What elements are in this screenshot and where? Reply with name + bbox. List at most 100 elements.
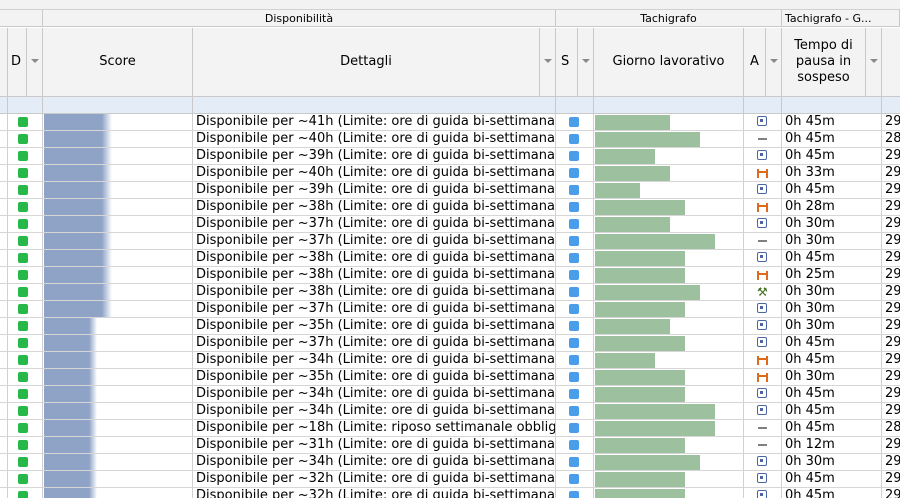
giorno-cell[interactable]	[594, 216, 744, 232]
d-cell[interactable]	[8, 148, 43, 164]
tempo-cell[interactable]: 0h 30m	[782, 318, 882, 334]
giorno-cell[interactable]	[594, 301, 744, 317]
score-cell[interactable]	[43, 352, 193, 368]
next-cell[interactable]: 29	[882, 233, 900, 249]
giorno-cell[interactable]	[594, 471, 744, 487]
d-cell[interactable]	[8, 284, 43, 300]
tempo-cell[interactable]: 0h 45m	[782, 403, 882, 419]
row-indicator-cell[interactable]	[0, 454, 8, 470]
next-cell[interactable]: 29	[882, 352, 900, 368]
a-cell[interactable]	[744, 199, 782, 215]
next-cell[interactable]: 29	[882, 488, 900, 498]
a-cell[interactable]	[744, 114, 782, 130]
next-cell[interactable]: 29	[882, 437, 900, 453]
score-cell[interactable]	[43, 267, 193, 283]
s-cell[interactable]	[556, 148, 594, 164]
score-cell[interactable]	[43, 199, 193, 215]
next-cell[interactable]: 28	[882, 420, 900, 436]
next-cell[interactable]: 29	[882, 386, 900, 402]
next-cell[interactable]: 29	[882, 182, 900, 198]
column-header-d[interactable]: D	[8, 28, 43, 96]
d-cell[interactable]	[8, 420, 43, 436]
next-cell[interactable]: 29	[882, 454, 900, 470]
next-cell[interactable]: 29	[882, 403, 900, 419]
table-row[interactable]: Disponibile per ~34h (Limite: ore di gui…	[0, 352, 900, 369]
dettagli-cell[interactable]: Disponibile per ~38h (Limite: ore di gui…	[193, 250, 556, 266]
filter-dropdown-a[interactable]	[765, 28, 781, 96]
a-cell[interactable]	[744, 420, 782, 436]
s-cell[interactable]	[556, 318, 594, 334]
column-header-giorno-lavorativo[interactable]: Giorno lavorativo	[594, 28, 744, 96]
giorno-cell[interactable]	[594, 386, 744, 402]
giorno-cell[interactable]	[594, 318, 744, 334]
score-cell[interactable]	[43, 386, 193, 402]
tempo-cell[interactable]: 0h 12m	[782, 437, 882, 453]
a-cell[interactable]	[744, 488, 782, 498]
dettagli-cell[interactable]: Disponibile per ~34h (Limite: ore di gui…	[193, 454, 556, 470]
tempo-cell[interactable]: 0h 30m	[782, 216, 882, 232]
giorno-cell[interactable]	[594, 284, 744, 300]
row-indicator-cell[interactable]	[0, 233, 8, 249]
d-cell[interactable]	[8, 114, 43, 130]
tempo-cell[interactable]: 0h 45m	[782, 352, 882, 368]
s-cell[interactable]	[556, 301, 594, 317]
dettagli-cell[interactable]: Disponibile per ~32h (Limite: ore di gui…	[193, 471, 556, 487]
dettagli-cell[interactable]: Disponibile per ~37h (Limite: ore di gui…	[193, 233, 556, 249]
d-cell[interactable]	[8, 437, 43, 453]
d-cell[interactable]	[8, 233, 43, 249]
a-cell[interactable]	[744, 165, 782, 181]
giorno-cell[interactable]	[594, 233, 744, 249]
giorno-cell[interactable]	[594, 165, 744, 181]
d-cell[interactable]	[8, 165, 43, 181]
a-cell[interactable]	[744, 182, 782, 198]
row-indicator-cell[interactable]	[0, 182, 8, 198]
s-cell[interactable]	[556, 488, 594, 498]
dettagli-cell[interactable]: Disponibile per ~38h (Limite: ore di gui…	[193, 267, 556, 283]
dettagli-cell[interactable]: Disponibile per ~39h (Limite: ore di gui…	[193, 148, 556, 164]
giorno-cell[interactable]	[594, 454, 744, 470]
score-cell[interactable]	[43, 182, 193, 198]
row-indicator-cell[interactable]	[0, 318, 8, 334]
dettagli-cell[interactable]: Disponibile per ~31h (Limite: ore di gui…	[193, 437, 556, 453]
dettagli-cell[interactable]: Disponibile per ~32h (Limite: ore di gui…	[193, 488, 556, 498]
table-row[interactable]: Disponibile per ~35h (Limite: ore di gui…	[0, 369, 900, 386]
tempo-cell[interactable]: 0h 30m	[782, 284, 882, 300]
a-cell[interactable]: ⚒	[744, 284, 782, 300]
tempo-cell[interactable]: 0h 45m	[782, 131, 882, 147]
s-cell[interactable]	[556, 199, 594, 215]
row-indicator-cell[interactable]	[0, 267, 8, 283]
s-cell[interactable]	[556, 216, 594, 232]
table-row[interactable]: Disponibile per ~18h (Limite: riposo set…	[0, 420, 900, 437]
dettagli-cell[interactable]: Disponibile per ~18h (Limite: riposo set…	[193, 420, 556, 436]
dettagli-cell[interactable]: Disponibile per ~35h (Limite: ore di gui…	[193, 369, 556, 385]
score-cell[interactable]	[43, 165, 193, 181]
tempo-cell[interactable]: 0h 45m	[782, 488, 882, 498]
tempo-cell[interactable]: 0h 30m	[782, 233, 882, 249]
giorno-cell[interactable]	[594, 335, 744, 351]
next-cell[interactable]: 29	[882, 250, 900, 266]
column-header-s[interactable]: S	[556, 28, 594, 96]
score-cell[interactable]	[43, 437, 193, 453]
s-cell[interactable]	[556, 284, 594, 300]
row-indicator-cell[interactable]	[0, 301, 8, 317]
a-cell[interactable]	[744, 233, 782, 249]
s-cell[interactable]	[556, 471, 594, 487]
s-cell[interactable]	[556, 352, 594, 368]
tempo-cell[interactable]: 0h 25m	[782, 267, 882, 283]
a-cell[interactable]	[744, 250, 782, 266]
s-cell[interactable]	[556, 114, 594, 130]
dettagli-cell[interactable]: Disponibile per ~40h (Limite: ore di gui…	[193, 165, 556, 181]
next-cell[interactable]: 29	[882, 284, 900, 300]
table-row[interactable]: Disponibile per ~40h (Limite: ore di gui…	[0, 165, 900, 182]
next-cell[interactable]: 29	[882, 216, 900, 232]
s-cell[interactable]	[556, 165, 594, 181]
d-cell[interactable]	[8, 131, 43, 147]
filter-row[interactable]	[0, 96, 900, 114]
next-cell[interactable]: 29	[882, 471, 900, 487]
table-row[interactable]: Disponibile per ~38h (Limite: ore di gui…	[0, 267, 900, 284]
s-cell[interactable]	[556, 335, 594, 351]
next-cell[interactable]: 29	[882, 199, 900, 215]
row-indicator-cell[interactable]	[0, 403, 8, 419]
score-cell[interactable]	[43, 216, 193, 232]
tempo-cell[interactable]: 0h 45m	[782, 420, 882, 436]
